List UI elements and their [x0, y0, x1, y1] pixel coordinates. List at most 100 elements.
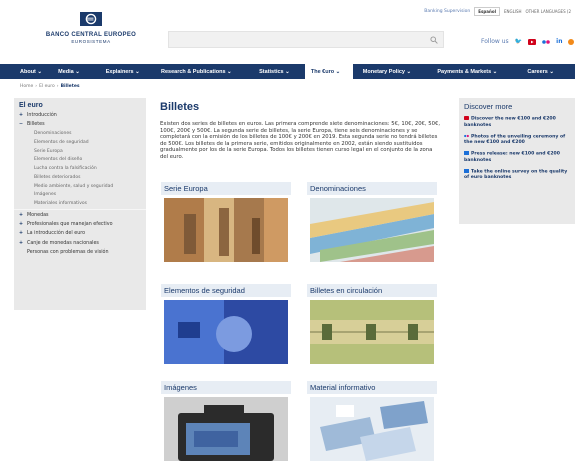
discover-item-video[interactable]: Discover the new €100 and €200 banknotes [464, 116, 570, 129]
search-input[interactable] [168, 31, 444, 48]
expand-icon[interactable]: + [19, 113, 23, 119]
euro-logo-icon [80, 12, 102, 26]
sidebar-item-label: Billetes [27, 121, 45, 127]
rss-icon[interactable] [568, 38, 575, 45]
follow-us: Follow us 🐦 in [481, 38, 575, 45]
tile-imagenes[interactable]: Imágenes [161, 381, 291, 466]
sidebar-title[interactable]: El euro [14, 102, 146, 111]
org-subtitle: EUROSISTEMA [71, 39, 111, 44]
expand-icon[interactable]: + [19, 241, 23, 247]
sidebar-item-profesionales[interactable]: + Profesionales que manejan efectivo [14, 221, 146, 230]
discover-item-press-release[interactable]: Press release: new €100 and €200 banknot… [464, 151, 570, 164]
tile-title[interactable]: Serie Europa [161, 182, 291, 195]
divider [14, 209, 146, 211]
sidebar-subitem-medio-ambiente[interactable]: Medio ambiente, salud y seguridad [14, 182, 146, 191]
discover-item-photos[interactable]: Photos of the unveiling ceremony of the … [464, 134, 570, 147]
sidebar-item-introduccion-euro[interactable]: + La introducción del euro [14, 230, 146, 239]
flickr-icon[interactable] [542, 39, 550, 44]
tile-title[interactable]: Elementos de seguridad [161, 284, 291, 297]
sidebar-item-label: Introducción [27, 112, 57, 118]
sidebar-item-introduccion[interactable]: + Introducción [14, 111, 146, 120]
camera-image[interactable] [164, 397, 288, 461]
discover-item-text: Take the online survey on the quality of… [464, 169, 568, 180]
leaflets-image[interactable] [310, 397, 434, 461]
nav-about[interactable]: About ⌄ [0, 64, 58, 79]
tile-title[interactable]: Material informativo [307, 381, 437, 394]
breadcrumb: Home › El euro › Billetes [20, 84, 80, 89]
sidebar: El euro + Introducción − Billetes Denomi… [14, 98, 146, 310]
org-name: BANCO CENTRAL EUROPEO [45, 32, 137, 38]
intro-paragraph: Existen dos series de billetes en euros.… [160, 121, 441, 160]
sidebar-subitem-serie-europa[interactable]: Serie Europa [14, 147, 146, 156]
youtube-icon [464, 116, 469, 120]
expand-icon[interactable]: + [19, 231, 23, 237]
lang-english[interactable]: ENGLISH [504, 9, 522, 14]
sidebar-item-label: La introducción del euro [27, 231, 86, 237]
sidebar-subitem-elementos-diseno[interactable]: Elementos del diseño [14, 156, 146, 165]
tile-material-informativo[interactable]: Material informativo [307, 381, 437, 466]
flickr-icon [464, 134, 469, 137]
document-icon [464, 151, 469, 155]
sidebar-subitem-deteriorados[interactable]: Billetes deteriorados [14, 173, 146, 182]
sidebar-item-label: Canje de monedas nacionales [27, 240, 99, 246]
main-nav: About ⌄ Media ⌄ Explainers ⌄ Research & … [0, 64, 575, 79]
discover-item-survey[interactable]: Take the online survey on the quality of… [464, 168, 570, 182]
sidebar-item-label: Personas con problemas de visión [27, 249, 109, 255]
discover-item-text: Discover the new €100 and €200 banknotes [464, 116, 556, 128]
breadcrumb-current: Billetes [60, 84, 80, 89]
banknotes-image[interactable] [310, 300, 434, 364]
sidebar-subitem-elementos-seguridad[interactable]: Elementos de seguridad [14, 138, 146, 147]
banknotes-image[interactable] [164, 300, 288, 364]
nav-careers[interactable]: Careers ⌄ [517, 64, 575, 79]
sidebar-item-billetes[interactable]: − Billetes [14, 120, 146, 129]
sidebar-subitem-imagenes[interactable]: Imágenes [14, 191, 146, 200]
nav-payments[interactable]: Payments & Markets ⌄ [432, 64, 517, 79]
expand-icon[interactable]: + [19, 213, 23, 219]
sidebar-item-vision[interactable]: Personas con problemas de visión [14, 248, 146, 257]
tile-billetes-circulacion[interactable]: Billetes en circulación [307, 284, 437, 369]
page-title: Billetes [160, 101, 200, 113]
discover-item-text: Photos of the unveiling ceremony of the … [464, 134, 566, 145]
expand-icon[interactable]: + [19, 222, 23, 228]
follow-label: Follow us [481, 38, 509, 45]
breadcrumb-home[interactable]: Home [20, 84, 33, 89]
tile-title[interactable]: Denominaciones [307, 182, 437, 195]
discover-title: Discover more [464, 102, 513, 111]
banknotes-image[interactable] [310, 198, 434, 262]
nav-research[interactable]: Research & Publications ⌄ [161, 64, 259, 79]
tile-title[interactable]: Billetes en circulación [307, 284, 437, 297]
breadcrumb-separator: › [56, 84, 59, 89]
lang-espanol[interactable]: Español [474, 7, 500, 16]
linkedin-icon[interactable]: in [556, 38, 562, 45]
discover-more-panel: Discover more Discover the new €100 and … [459, 98, 575, 224]
page: Banking Supervision Español ENGLISH OTHE… [0, 0, 575, 470]
banking-supervision-link[interactable]: Banking Supervision [424, 9, 470, 14]
tile-elementos-seguridad[interactable]: Elementos de seguridad [161, 284, 291, 369]
sidebar-item-label: Profesionales que manejan efectivo [27, 222, 113, 228]
nav-monetary-policy[interactable]: Monetary Policy ⌄ [353, 64, 433, 79]
nav-media[interactable]: Media ⌄ [58, 64, 106, 79]
document-icon [464, 168, 469, 173]
nav-explainers[interactable]: Explainers ⌄ [106, 64, 161, 79]
lang-other[interactable]: OTHER LANGUAGES (2 [526, 9, 571, 14]
banknotes-image[interactable] [164, 198, 288, 262]
sidebar-item-monedas[interactable]: + Monedas [14, 211, 146, 220]
breadcrumb-separator: › [35, 84, 38, 89]
discover-item-text: Press release: new €100 and €200 banknot… [464, 151, 560, 163]
tile-serie-europa[interactable]: Serie Europa [161, 182, 291, 267]
ecb-logo[interactable]: BANCO CENTRAL EUROPEO EUROSISTEMA [26, 12, 156, 52]
sidebar-subitem-falsificacion[interactable]: Lucha contra la falsificación [14, 165, 146, 174]
search-icon[interactable] [430, 36, 438, 44]
breadcrumb-euro[interactable]: El euro [39, 84, 55, 89]
sidebar-subitem-materiales[interactable]: Materiales informativos [14, 200, 146, 209]
youtube-icon[interactable] [528, 38, 537, 45]
twitter-icon[interactable]: 🐦 [515, 38, 522, 45]
nav-statistics[interactable]: Statistics ⌄ [259, 64, 305, 79]
collapse-icon[interactable]: − [19, 122, 23, 128]
tile-denominaciones[interactable]: Denominaciones [307, 182, 437, 267]
sidebar-item-label: Monedas [27, 213, 49, 218]
tile-title[interactable]: Imágenes [161, 381, 291, 394]
sidebar-subitem-denominaciones[interactable]: Denominaciones [14, 129, 146, 138]
sidebar-item-canje[interactable]: + Canje de monedas nacionales [14, 239, 146, 248]
nav-euro[interactable]: The €uro ⌄ [304, 64, 353, 79]
